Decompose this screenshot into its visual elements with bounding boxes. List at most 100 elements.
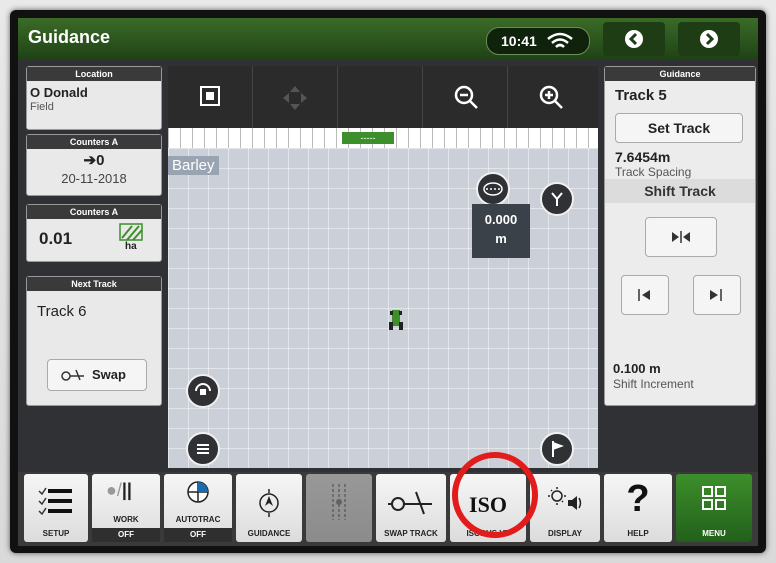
map-view-icon [200, 86, 220, 106]
area-unit: ha [125, 241, 137, 252]
top-bar: Guidance 10:41 [18, 18, 758, 60]
bottom-dock: SETUP ●/|| WORK OFF AUTOTRAC OFF GUIDANC… [18, 472, 758, 546]
shift-right-icon [710, 289, 722, 301]
arrow-left-icon [625, 30, 643, 48]
display-icon [548, 487, 582, 510]
current-track: Track 5 [615, 87, 667, 104]
counter-date: 20-11-2018 [61, 171, 127, 186]
counters-a-panel[interactable]: Counters A ➔0 20-11-2018 [26, 134, 162, 196]
zoom-in-icon [539, 85, 563, 109]
offset-value: 0.000 [484, 212, 518, 227]
menu-label: MENU [702, 529, 726, 538]
lightbar: ----- [168, 128, 598, 148]
swap-button[interactable]: Swap [47, 359, 147, 391]
swap-track-button[interactable]: SWAP TRACK [376, 474, 446, 542]
shift-increment-label: Shift Increment [613, 377, 694, 391]
back-button[interactable] [603, 22, 665, 56]
track-spacing-value: 7.6454m [615, 149, 671, 165]
track-mode-button[interactable] [476, 172, 510, 206]
offset-readout: 0.000 m [472, 204, 530, 258]
swap-track-icon [388, 491, 432, 515]
autotrac-icon [187, 481, 209, 503]
location-panel[interactable]: Location O Donald Field [26, 66, 162, 130]
set-track-button[interactable]: Set Track [615, 113, 743, 143]
flag-button[interactable] [540, 432, 574, 466]
guidance-panel: Guidance Track 5 Set Track 7.6454m Track… [604, 66, 756, 406]
swap-icon [61, 369, 84, 381]
map-toolbar [168, 66, 598, 128]
track-spacing-label: Track Spacing [615, 165, 692, 179]
work-icon: ●/|| [106, 480, 132, 500]
clock: 10:41 [501, 33, 537, 49]
arrow-right-icon [700, 30, 718, 48]
work-label: WORK [113, 515, 139, 524]
area-value: 0.01 [39, 229, 73, 248]
counter-value: ➔0 [83, 152, 105, 169]
guidance-button[interactable]: GUIDANCE [236, 474, 302, 542]
help-label: HELP [627, 529, 649, 538]
steering-button[interactable] [186, 374, 220, 408]
offset-unit: m [495, 231, 507, 246]
wifi-icon [547, 32, 573, 48]
pan-button[interactable] [253, 66, 338, 128]
next-track-header: Next Track [27, 277, 161, 291]
list-icon [197, 444, 209, 454]
work-state: OFF [92, 528, 160, 542]
menu-grid-icon [702, 486, 726, 510]
fork-button[interactable] [540, 182, 574, 216]
display-label: DISPLAY [548, 529, 582, 538]
shift-left-button[interactable] [621, 275, 669, 315]
swap-label: Swap [92, 367, 126, 382]
swap-track-label: SWAP TRACK [384, 529, 438, 538]
autotrac-label: AUTOTRAC [175, 515, 221, 524]
next-track-value: Track 6 [37, 303, 87, 320]
page-title: Guidance [28, 27, 111, 47]
zoom-in-button[interactable] [508, 66, 592, 128]
next-track-panel: Next Track Track 6 Swap [26, 276, 162, 406]
location-header: Location [27, 67, 161, 81]
location-name: O Donald [30, 85, 88, 100]
setup-icon [38, 487, 72, 516]
menu-button[interactable]: MENU [676, 474, 752, 542]
work-button[interactable]: ●/|| WORK OFF [92, 474, 160, 542]
fork-icon [551, 192, 563, 206]
autotrac-button[interactable]: AUTOTRAC OFF [164, 474, 232, 542]
counters-area-panel[interactable]: Counters A 0.01 ha [26, 204, 162, 262]
help-icon: ? [626, 478, 650, 520]
shift-center-button[interactable] [645, 217, 717, 257]
area-hatch-icon [119, 223, 143, 241]
steering-icon [195, 383, 211, 395]
setup-label: SETUP [42, 529, 70, 538]
guidance-icon [259, 489, 279, 517]
pan-icon [283, 86, 307, 110]
quick-line-icon [332, 484, 346, 520]
location-sub: Field [30, 101, 54, 113]
forward-button[interactable] [678, 22, 740, 56]
crop-label: Barley [168, 156, 219, 175]
flag-icon [552, 441, 564, 457]
shift-left-icon [638, 289, 650, 301]
counters-header-2: Counters A [27, 205, 161, 219]
toolbar-empty [338, 66, 423, 128]
highlight-circle [452, 452, 538, 538]
shift-right-button[interactable] [693, 275, 741, 315]
help-button[interactable]: ? HELP [604, 474, 672, 542]
shift-track-title: Shift Track [605, 179, 755, 203]
tractor-icon [389, 310, 403, 330]
counters-header: Counters A [27, 135, 161, 149]
guidance-map[interactable]: ----- Barley 0.000 m [168, 128, 598, 468]
quick-line-button[interactable] [306, 474, 372, 542]
display-button[interactable]: DISPLAY [530, 474, 600, 542]
autotrac-state: OFF [164, 528, 232, 542]
lightbar-center: ----- [342, 132, 394, 144]
shift-center-icon [672, 231, 690, 243]
zoom-out-button[interactable] [423, 66, 508, 128]
guidance-label: GUIDANCE [247, 529, 291, 538]
setup-button[interactable]: SETUP [24, 474, 88, 542]
list-button[interactable] [186, 432, 220, 466]
track-mode-icon [483, 182, 503, 196]
guidance-panel-header: Guidance [605, 67, 755, 81]
map-view-button[interactable] [168, 66, 253, 128]
display-screen: Guidance 10:41 Location O Donald Field C… [18, 18, 758, 546]
zoom-out-icon [454, 85, 478, 109]
